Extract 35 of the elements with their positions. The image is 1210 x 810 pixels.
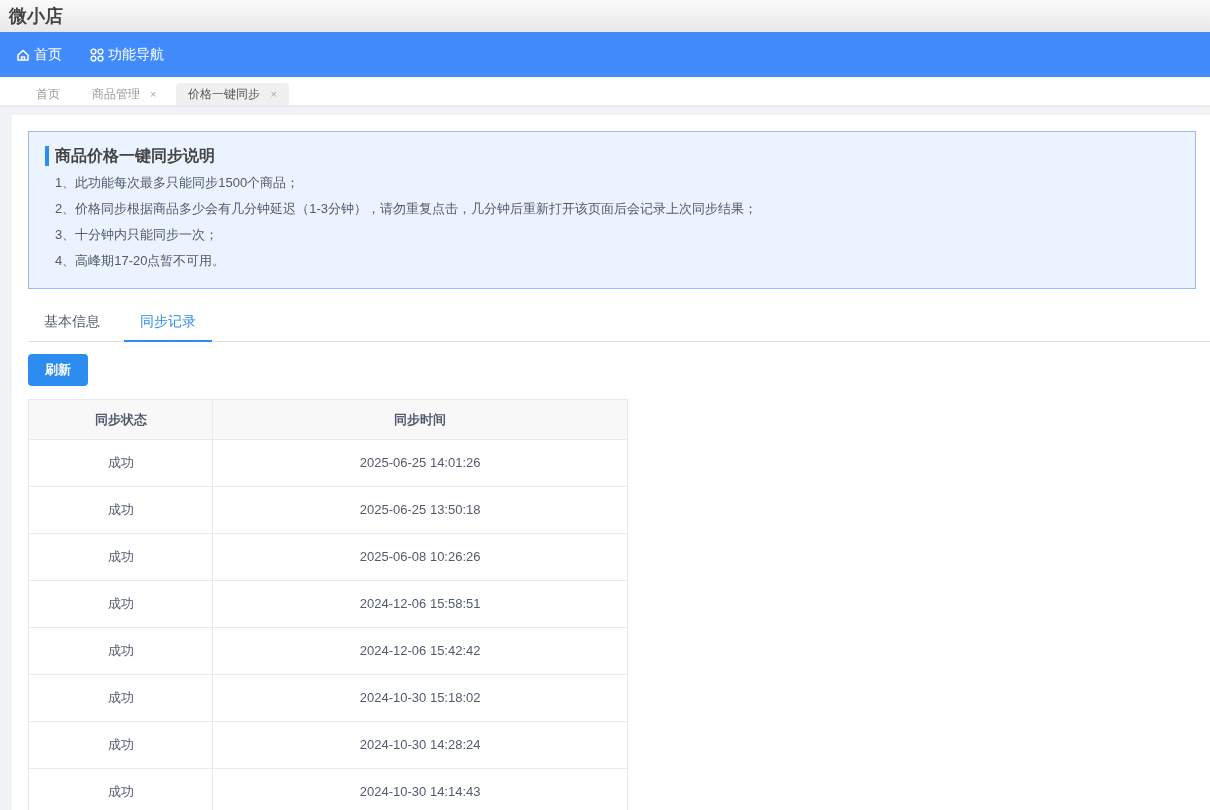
- notice-item: 4、高峰期17-20点暂不可用。: [54, 252, 227, 270]
- close-icon[interactable]: ×: [270, 85, 277, 103]
- close-icon[interactable]: ×: [150, 85, 157, 103]
- table-cell: 2025-06-25 14:01:26: [212, 439, 628, 487]
- page-tab[interactable]: 价格一键同步 ×: [176, 83, 289, 105]
- column-header: 同步时间: [212, 399, 628, 440]
- table-cell: 成功: [28, 533, 213, 581]
- table-cell: 成功: [28, 627, 213, 675]
- notice-item: 2、价格同步根据商品多少会有几分钟延迟（1-3分钟），请勿重复点击，几分钟后重新打开该页面后会记录上次同步结果；: [54, 200, 759, 218]
- notice-item: 1、此功能每次最多只能同步1500个商品；: [54, 174, 301, 192]
- tab[interactable]: 基本信息: [28, 307, 116, 342]
- notice-title: 商品价格一键同步说明: [45, 146, 1179, 166]
- table-cell: 成功: [28, 439, 213, 487]
- table-cell: 成功: [28, 486, 213, 534]
- table-cell: 2024-12-06 15:58:51: [212, 580, 628, 628]
- notice-item: 3、十分钟内只能同步一次；: [54, 226, 220, 244]
- page-tab[interactable]: 商品管理 ×: [80, 83, 169, 105]
- grid-icon: [90, 47, 104, 62]
- table-cell: 成功: [28, 580, 213, 628]
- table-cell: 2024-10-30 15:18:02: [212, 674, 628, 722]
- table-cell: 2025-06-25 13:50:18: [212, 486, 628, 534]
- app-title: 微小店: [9, 6, 63, 26]
- table-cell: 成功: [28, 768, 213, 810]
- column-header: 同步状态: [28, 399, 213, 440]
- home-icon: [16, 47, 30, 62]
- refresh-button[interactable]: 刷新: [28, 354, 88, 386]
- table-cell: 成功: [28, 674, 213, 722]
- table-cell: 2024-10-30 14:28:24: [212, 721, 628, 769]
- tab[interactable]: 同步记录: [124, 307, 212, 342]
- page-tab[interactable]: 首页: [24, 83, 72, 105]
- nav-link[interactable]: 首页: [16, 44, 62, 65]
- table-cell: 成功: [28, 721, 213, 769]
- table-cell: 2024-12-06 15:42:42: [212, 627, 628, 675]
- nav-link[interactable]: 功能导航: [90, 44, 164, 65]
- table-cell: 2025-06-08 10:26:26: [212, 533, 628, 581]
